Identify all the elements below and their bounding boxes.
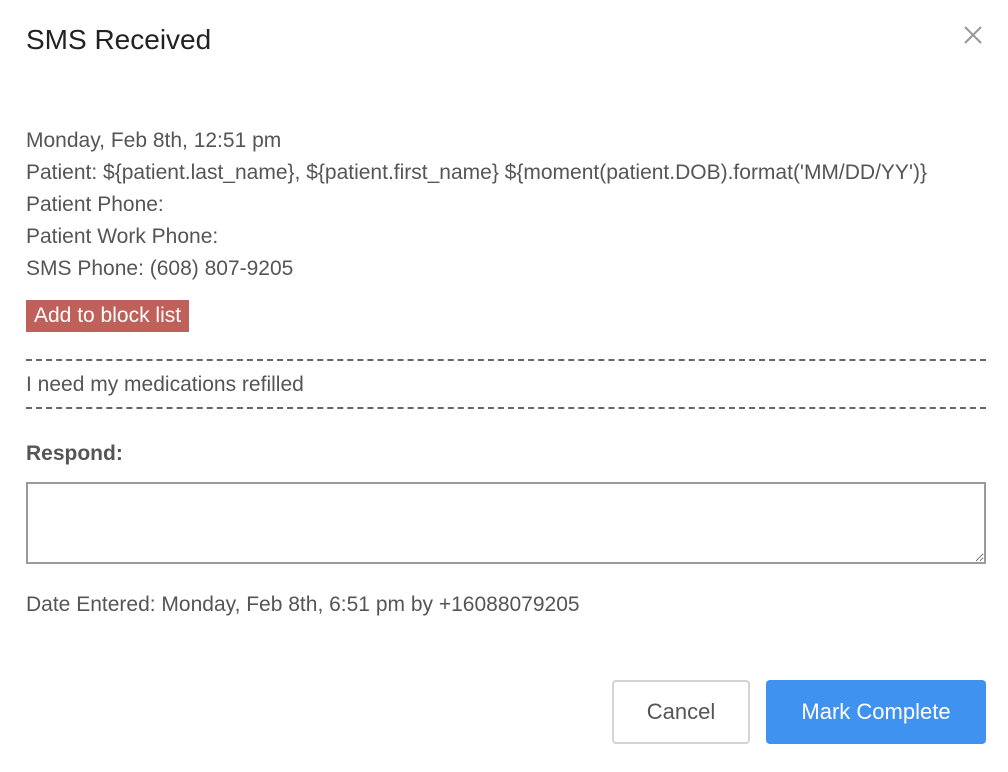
add-to-block-list-button[interactable]: Add to block list — [26, 300, 190, 332]
patient-phone: Patient Phone: — [26, 193, 164, 216]
dialog-title: SMS Received — [26, 24, 212, 55]
close-icon — [964, 26, 982, 44]
message-text: I need my medications refilled — [26, 373, 304, 396]
patient-work-phone: Patient Work Phone: — [26, 225, 219, 248]
cancel-button[interactable]: Cancel — [612, 680, 750, 744]
mark-complete-button[interactable]: Mark Complete — [766, 680, 986, 744]
patient-line: Patient: ${patient.last_name}, ${patient… — [26, 161, 927, 184]
close-button[interactable] — [962, 24, 984, 46]
respond-label: Respond: — [26, 442, 123, 465]
received-date: Monday, Feb 8th, 12:51 pm — [26, 129, 282, 152]
sms-phone: SMS Phone: (608) 807-9205 — [26, 257, 294, 280]
sms-received-dialog: SMS Received Monday, Feb 8th, 12:51 pm P… — [0, 0, 1008, 772]
message-box: I need my medications refilled — [26, 359, 986, 409]
sms-info: Monday, Feb 8th, 12:51 pm Patient: ${pat… — [26, 125, 927, 285]
date-entered: Date Entered: Monday, Feb 8th, 6:51 pm b… — [26, 593, 580, 616]
respond-textarea[interactable] — [26, 482, 986, 564]
